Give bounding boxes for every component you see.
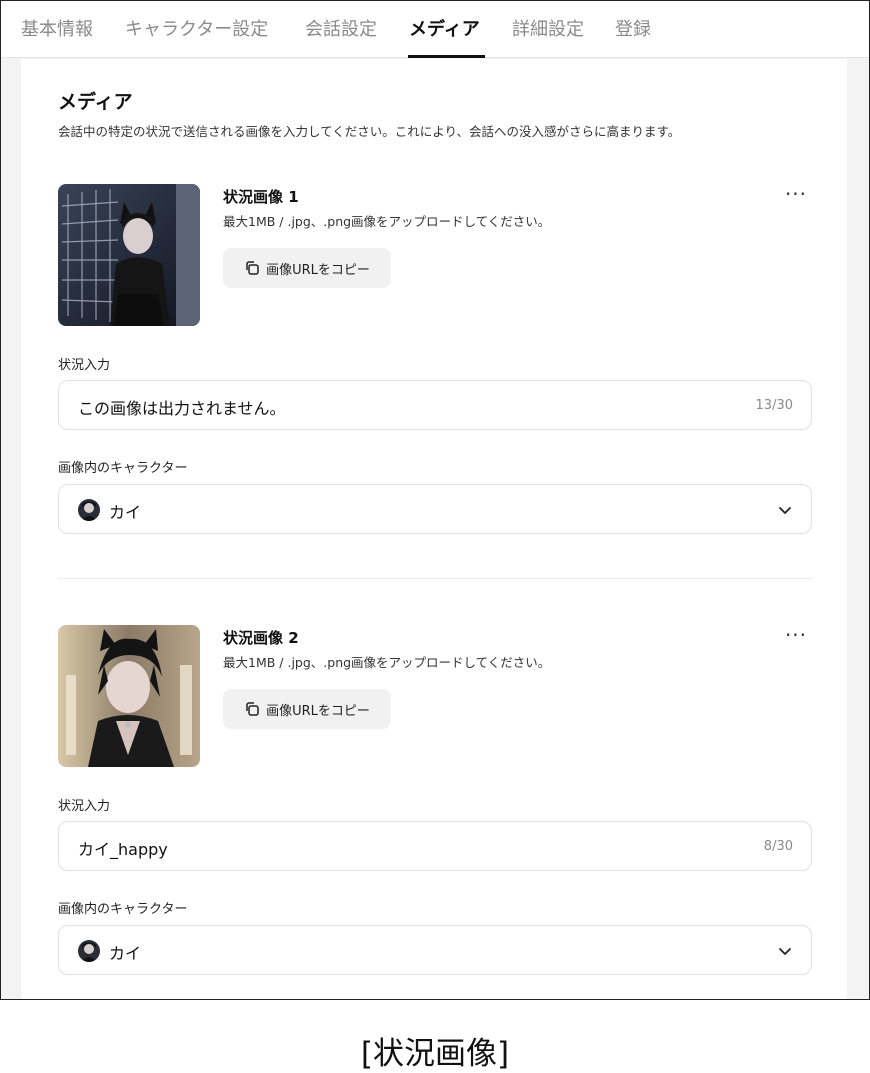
copy-icon (244, 260, 260, 276)
figure-caption: [状況画像] (360, 1036, 510, 1072)
situation-input-value: この画像は出力されません。 (78, 399, 286, 418)
copy-image-url-label: 画像URLをコピー (266, 703, 370, 719)
character-select-1[interactable]: カイ (58, 484, 812, 534)
situation-image-1-hint: 最大1MB / .jpg、.png画像をアップロードしてください。 (223, 214, 551, 229)
character-select-value: カイ (109, 944, 142, 963)
tab-advanced-settings[interactable]: 詳細設定 (512, 15, 584, 41)
situation-input-label: 状況入力 (58, 358, 111, 373)
media-card: メディア 会話中の特定の状況で送信される画像を入力してください。これにより、会話… (21, 59, 847, 999)
situation-image-1-picture (58, 184, 200, 326)
copy-image-url-label: 画像URLをコピー (266, 262, 370, 278)
character-select-label: 画像内のキャラクター (58, 461, 188, 476)
tab-register[interactable]: 登録 (615, 15, 651, 41)
character-avatar (78, 940, 100, 962)
situation-input-2[interactable]: カイ_happy 8/30 (58, 821, 812, 871)
copy-image-url-button-2[interactable]: 画像URLをコピー (223, 689, 391, 729)
character-avatar (78, 499, 100, 521)
copy-image-url-button-1[interactable]: 画像URLをコピー (223, 248, 391, 288)
tab-media[interactable]: メディア (409, 15, 480, 41)
section-title: メディア (58, 91, 133, 113)
character-select-value: カイ (109, 503, 142, 522)
situation-image-2-hint: 最大1MB / .jpg、.png画像をアップロードしてください。 (223, 655, 551, 670)
character-select-2[interactable]: カイ (58, 925, 812, 975)
situation-image-2-title: 状況画像 2 (223, 629, 299, 647)
section-description: 会話中の特定の状況で送信される画像を入力してください。これにより、会話への没入感… (58, 124, 681, 139)
chevron-down-icon (777, 502, 793, 518)
active-tab-indicator (408, 55, 485, 58)
tab-bar: 基本情報 キャラクター設定 会話設定 メディア 詳細設定 登録 (1, 1, 869, 58)
tab-character-settings[interactable]: キャラクター設定 (125, 15, 268, 41)
situation-image-1-title: 状況画像 1 (223, 188, 299, 206)
app-frame: 基本情報 キャラクター設定 会話設定 メディア 詳細設定 登録 メディア 会話中… (0, 0, 870, 1000)
more-options-icon[interactable]: ··· (781, 625, 811, 648)
character-counter: 8/30 (763, 839, 793, 854)
more-options-icon[interactable]: ··· (781, 184, 811, 207)
situation-image-1-thumbnail[interactable] (58, 184, 200, 326)
character-counter: 13/30 (755, 398, 793, 413)
chevron-down-icon (777, 943, 793, 959)
situation-input-1[interactable]: この画像は出力されません。 13/30 (58, 380, 812, 430)
tab-basic-info[interactable]: 基本情報 (21, 15, 93, 41)
situation-input-value: カイ_happy (78, 840, 168, 859)
situation-input-label: 状況入力 (58, 799, 111, 814)
situation-image-2-thumbnail[interactable] (58, 625, 200, 767)
tab-conversation-settings[interactable]: 会話設定 (305, 15, 377, 41)
section-divider (58, 578, 812, 579)
situation-image-2-picture (58, 625, 200, 767)
character-select-label: 画像内のキャラクター (58, 902, 188, 917)
copy-icon (244, 701, 260, 717)
